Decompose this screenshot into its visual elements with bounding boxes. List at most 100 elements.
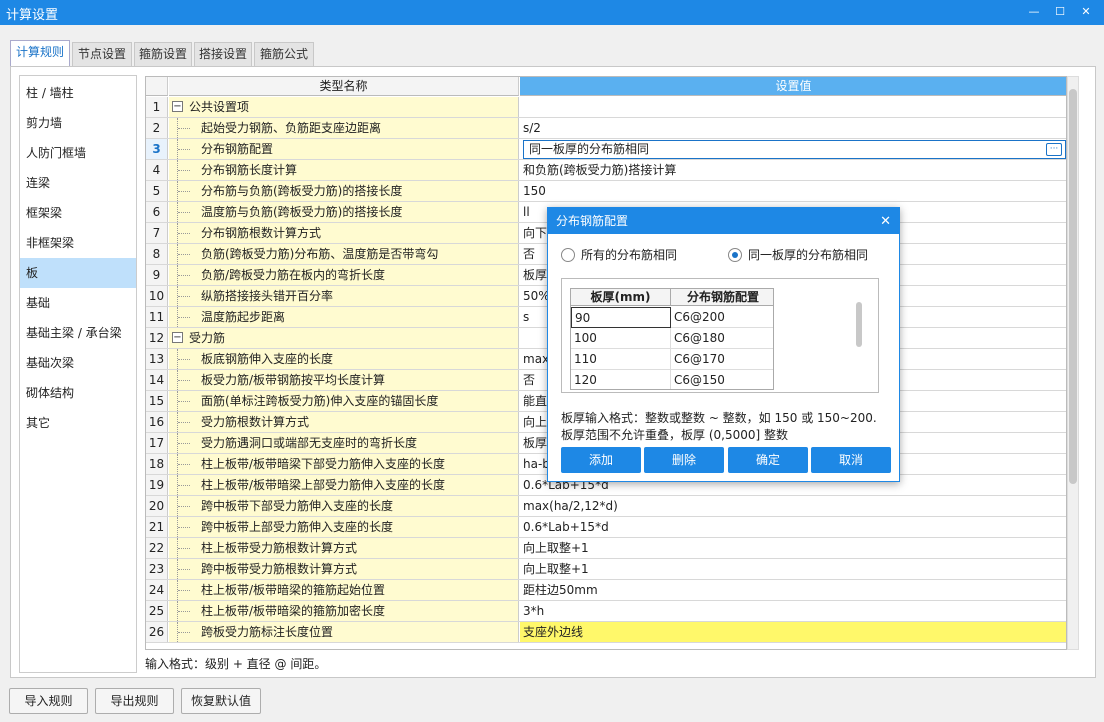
table-row[interactable]: 1− 公共设置项 [146, 97, 1066, 118]
setting-value-cell[interactable]: 和负筋(跨板受力筋)搭接计算 [520, 160, 1066, 180]
tab-stirrup-settings[interactable]: 箍筋设置 [134, 42, 192, 66]
tab-lap-settings[interactable]: 搭接设置 [194, 42, 252, 66]
cancel-button[interactable]: 取消 [811, 447, 891, 473]
tree-connector [177, 244, 193, 264]
row-number: 23 [146, 559, 168, 579]
sidebar-item-slab[interactable]: 板 [20, 258, 136, 288]
setting-value-cell[interactable]: 向上取整+1 [520, 559, 1066, 579]
setting-value-cell[interactable]: 向上取整+1 [520, 538, 1066, 558]
table-row[interactable]: 25 柱上板带/板带暗梁的箍筋加密长度 3*h [146, 601, 1066, 622]
minimize-icon[interactable]: — [1024, 3, 1044, 21]
collapse-icon[interactable]: − [172, 101, 183, 112]
sidebar-item-foundation-secondary-beam[interactable]: 基础次梁 [20, 348, 136, 378]
grid-scrollbar-thumb[interactable] [1069, 89, 1077, 484]
sidebar-item-column[interactable]: 柱 / 墙柱 [20, 78, 136, 108]
tree-connector [177, 622, 193, 642]
thickness-cell[interactable]: 100 [571, 328, 671, 349]
setting-value-cell[interactable]: 支座外边线 [520, 622, 1066, 642]
sidebar-item-masonry[interactable]: 砌体结构 [20, 378, 136, 408]
sidebar-item-coupling-beam[interactable]: 连梁 [20, 168, 136, 198]
setting-value-cell[interactable]: 3*h [520, 601, 1066, 621]
row-number: 1 [146, 97, 168, 117]
tab-node-settings[interactable]: 节点设置 [72, 42, 132, 66]
radio-all-same[interactable]: 所有的分布筋相同 [561, 247, 677, 263]
table-row[interactable]: 110 C6@170 [571, 349, 773, 370]
sidebar-item-door-frame-wall[interactable]: 人防门框墙 [20, 138, 136, 168]
sidebar-item-foundation-beam[interactable]: 基础主梁 / 承台梁 [20, 318, 136, 348]
config-cell[interactable]: C6@200 [671, 307, 773, 328]
title-bar: 计算设置 — ☐ ✕ [0, 0, 1104, 25]
setting-name-label: 跨板受力筋标注长度位置 [201, 625, 334, 639]
sidebar-item-other[interactable]: 其它 [20, 408, 136, 438]
table-row[interactable]: 23 跨中板带受力筋根数计算方式 向上取整+1 [146, 559, 1066, 580]
tab-calc-rules[interactable]: 计算规则 [10, 40, 70, 66]
setting-value-cell[interactable]: max(ha/2,12*d) [520, 496, 1066, 516]
table-scrollbar[interactable] [856, 302, 862, 347]
thickness-cell[interactable]: 110 [571, 349, 671, 370]
tab-stirrup-formula[interactable]: 箍筋公式 [254, 42, 314, 66]
import-rules-button[interactable]: 导入规则 [9, 688, 88, 714]
setting-value-text: 向上取整+1 [523, 562, 589, 576]
more-options-icon[interactable]: ··· [1046, 143, 1062, 156]
table-row[interactable]: 120 C6@150 [571, 370, 773, 389]
table-row[interactable]: 4 分布钢筋长度计算 和负筋(跨板受力筋)搭接计算 [146, 160, 1066, 181]
row-number: 8 [146, 244, 168, 264]
row-number: 3 [146, 139, 168, 159]
setting-value-cell[interactable]: 150 [520, 181, 1066, 201]
config-cell[interactable]: C6@150 [671, 370, 773, 389]
setting-name-cell: 柱上板带受力筋根数计算方式 [169, 538, 519, 558]
radio-same-thickness-circle[interactable] [728, 248, 742, 262]
thickness-cell[interactable]: 90 [571, 307, 671, 328]
radio-same-thickness[interactable]: 同一板厚的分布筋相同 [728, 247, 868, 263]
tree-connector [177, 139, 193, 159]
table-row[interactable]: 5 分布筋与负筋(跨板受力筋)的搭接长度 150 [146, 181, 1066, 202]
setting-name-cell: 受力筋遇洞口或端部无支座时的弯折长度 [169, 433, 519, 453]
setting-value-text: 向上取整+1 [523, 541, 589, 555]
setting-name-cell: 跨中板带上部受力筋伸入支座的长度 [169, 517, 519, 537]
close-icon[interactable]: ✕ [1076, 3, 1096, 21]
delete-button[interactable]: 删除 [644, 447, 724, 473]
row-number: 17 [146, 433, 168, 453]
table-row[interactable]: 90 C6@200 [571, 307, 773, 328]
setting-name-cell: 柱上板带/板带暗梁下部受力筋伸入支座的长度 [169, 454, 519, 474]
setting-value-cell[interactable] [520, 97, 1066, 117]
setting-name-label: 受力筋遇洞口或端部无支座时的弯折长度 [201, 436, 418, 450]
row-number: 12 [146, 328, 168, 348]
tree-connector [177, 517, 193, 537]
table-row[interactable]: 21 跨中板带上部受力筋伸入支座的长度 0.6*Lab+15*d [146, 517, 1066, 538]
setting-value-cell[interactable]: 0.6*Lab+15*d [520, 517, 1066, 537]
config-cell[interactable]: C6@170 [671, 349, 773, 370]
tree-connector [177, 307, 193, 327]
table-row[interactable]: 2 起始受力钢筋、负筋距支座边距离 s/2 [146, 118, 1066, 139]
table-row[interactable]: 20 跨中板带下部受力筋伸入支座的长度 max(ha/2,12*d) [146, 496, 1066, 517]
thickness-cell[interactable]: 120 [571, 370, 671, 389]
table-row[interactable]: 100 C6@180 [571, 328, 773, 349]
table-row[interactable]: 3 分布钢筋配置 同一板厚的分布筋相同 ··· [146, 139, 1066, 160]
table-row[interactable]: 24 柱上板带/板带暗梁的箍筋起始位置 距柱边50mm [146, 580, 1066, 601]
sidebar-item-frame-beam[interactable]: 框架梁 [20, 198, 136, 228]
radio-same-thickness-label: 同一板厚的分布筋相同 [748, 248, 869, 262]
confirm-button[interactable]: 确定 [728, 447, 808, 473]
grid-scrollbar[interactable] [1067, 76, 1079, 650]
row-number: 22 [146, 538, 168, 558]
dialog-close-icon[interactable]: ✕ [880, 214, 891, 229]
thickness-range-note: 板厚范围不允许重叠，板厚 (0,5000] 整数 [561, 428, 788, 442]
sidebar-item-foundation[interactable]: 基础 [20, 288, 136, 318]
add-button[interactable]: 添加 [561, 447, 641, 473]
table-row[interactable]: 22 柱上板带受力筋根数计算方式 向上取整+1 [146, 538, 1066, 559]
collapse-icon[interactable]: − [172, 332, 183, 343]
setting-value-cell[interactable]: 同一板厚的分布筋相同 ··· [523, 140, 1066, 159]
sidebar-item-non-frame-beam[interactable]: 非框架梁 [20, 228, 136, 258]
radio-all-same-circle[interactable] [561, 248, 575, 262]
sidebar-item-shear-wall[interactable]: 剪力墙 [20, 108, 136, 138]
setting-name-cell: 起始受力钢筋、负筋距支座边距离 [169, 118, 519, 138]
setting-value-cell[interactable]: 距柱边50mm [520, 580, 1066, 600]
setting-name-cell: 跨中板带受力筋根数计算方式 [169, 559, 519, 579]
setting-name-label: 柱上板带/板带暗梁上部受力筋伸入支座的长度 [201, 478, 446, 492]
maximize-icon[interactable]: ☐ [1050, 3, 1070, 21]
table-row[interactable]: 26 跨板受力筋标注长度位置 支座外边线 [146, 622, 1066, 643]
setting-value-cell[interactable]: s/2 [520, 118, 1066, 138]
config-cell[interactable]: C6@180 [671, 328, 773, 349]
export-rules-button[interactable]: 导出规则 [95, 688, 174, 714]
restore-defaults-button[interactable]: 恢复默认值 [181, 688, 261, 714]
